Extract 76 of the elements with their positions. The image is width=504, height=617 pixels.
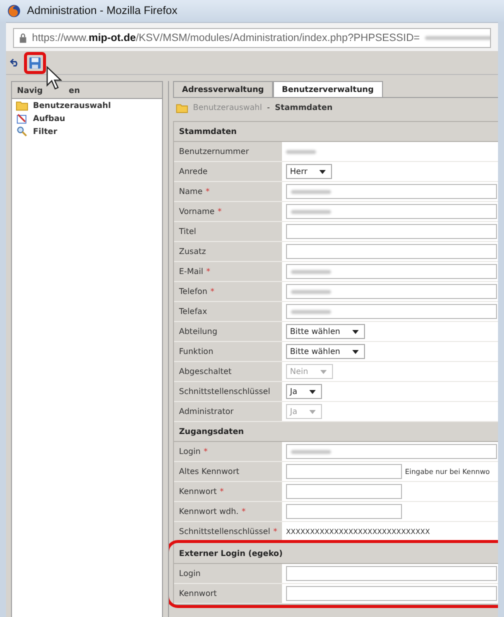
nav-item[interactable]: Benutzerauswahl (12, 99, 162, 112)
input-field[interactable] (286, 464, 402, 479)
required-mark: * (242, 507, 246, 516)
tab[interactable]: Adressverwaltung (173, 81, 273, 97)
required-mark: * (218, 207, 222, 216)
required-mark: * (273, 527, 278, 536)
field-label: Kennwort (179, 487, 217, 496)
undo-icon[interactable] (10, 58, 20, 67)
field-label: Benutzernummer (179, 147, 249, 156)
caret-icon (352, 350, 360, 354)
dropdown[interactable]: Herr (286, 164, 332, 179)
field-label: Anrede (179, 167, 208, 176)
redacted-text (291, 190, 331, 194)
field-label: Abteilung (179, 327, 218, 336)
url-text: https://www.mip-ot.de/KSV/MSM/modules/Administration/index.php?PHPSESSID= (32, 32, 420, 44)
field-label: E-Mail (179, 267, 204, 276)
input-field[interactable] (286, 444, 497, 459)
input-field[interactable] (286, 244, 497, 259)
input-field[interactable] (286, 504, 402, 519)
tab[interactable]: Benutzerverwaltung (272, 81, 383, 97)
input-field[interactable] (286, 184, 497, 199)
address-bar[interactable]: https://www.mip-ot.de/KSV/MSM/modules/Administration/index.php?PHPSESSID= (13, 28, 491, 48)
dropdown[interactable]: Ja (286, 384, 322, 399)
field-label: Kennwort (179, 589, 217, 598)
field-label: Titel (179, 227, 196, 236)
field-label: Vorname (179, 207, 215, 216)
field-label: Administrator (179, 407, 234, 416)
input-field[interactable] (286, 566, 497, 581)
input-field[interactable] (286, 284, 497, 299)
required-mark: * (210, 287, 214, 296)
lock-icon (19, 33, 27, 43)
redacted-text (286, 150, 316, 154)
nav-item[interactable]: Filter (12, 125, 162, 138)
input-field[interactable] (286, 224, 497, 239)
caret-icon (320, 370, 328, 374)
field-label: Kennwort wdh. (179, 507, 239, 516)
redacted-text (291, 310, 331, 314)
required-mark: * (206, 267, 210, 276)
breadcrumb-separator: - (266, 103, 270, 112)
panel-title: Navig (17, 86, 43, 94)
caret-icon (309, 410, 316, 414)
field-label: Name (179, 187, 203, 196)
input-field[interactable] (286, 264, 497, 279)
required-mark: * (204, 447, 208, 456)
field-label: Abgeschaltet (179, 367, 232, 376)
browser-logo-icon (7, 4, 21, 18)
field-label: Altes Kennwort (179, 467, 240, 476)
dropdown[interactable]: Bitte wählen (286, 344, 366, 359)
panel-title: en (68, 86, 80, 94)
field-label: Login (179, 447, 201, 456)
required-mark: * (206, 187, 210, 196)
field-label: Zusatz (179, 247, 206, 256)
caret-icon (352, 330, 360, 334)
redacted-text (291, 450, 331, 454)
redacted-text (291, 210, 331, 214)
input-field[interactable] (286, 586, 497, 601)
field-label: Telefax (179, 307, 208, 316)
field-label: Schnittstellenschlüssel (179, 387, 270, 396)
input-field[interactable] (286, 304, 497, 319)
nav-item[interactable]: Aufbau (12, 112, 162, 125)
field-label: Funktion (179, 347, 214, 356)
window-title: Administration - Mozilla Firefox (27, 5, 178, 17)
field-label: Telefon (179, 287, 208, 296)
folder-icon (176, 102, 188, 112)
breadcrumb-current: Stammdaten (274, 103, 333, 112)
dropdown[interactable]: Bitte wählen (286, 324, 366, 339)
caret-icon (309, 390, 316, 394)
input-field[interactable] (286, 204, 497, 219)
input-field[interactable] (286, 484, 402, 499)
caret-icon (319, 170, 326, 174)
field-label: Login (179, 569, 201, 578)
search-icon (16, 126, 28, 137)
redacted-text (291, 270, 331, 274)
field-label: Schnittstellenschlüssel (179, 527, 270, 536)
required-mark: * (220, 487, 224, 496)
redacted-text (291, 290, 331, 294)
